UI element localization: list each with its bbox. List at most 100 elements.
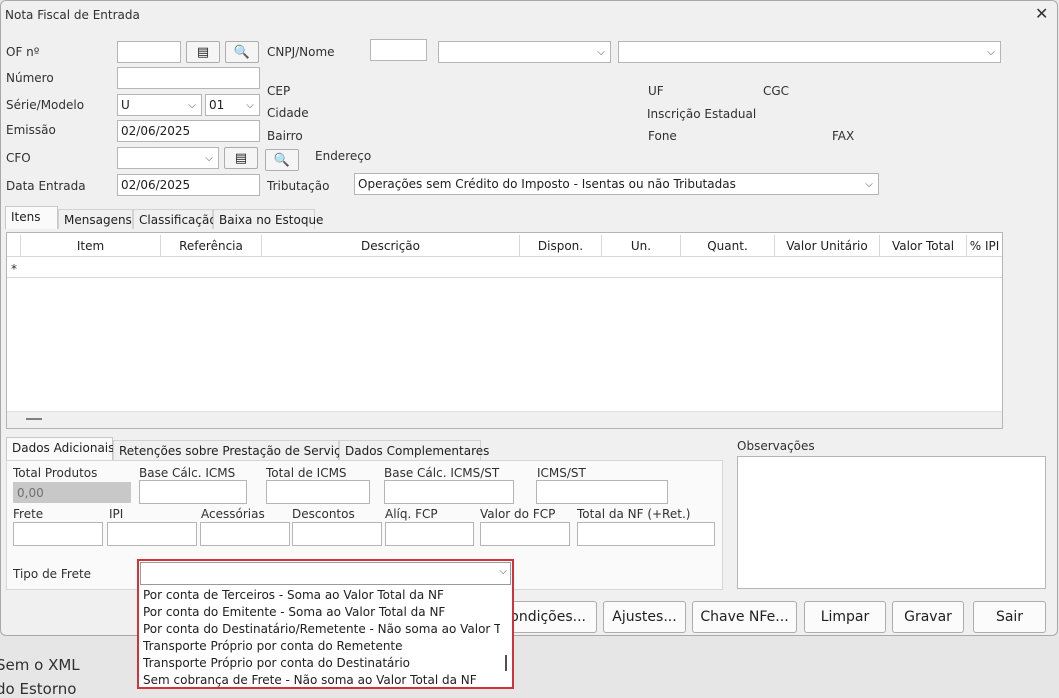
cfo-select[interactable]: ⌵ bbox=[117, 147, 219, 169]
condicoes-button[interactable]: ondições... bbox=[504, 601, 597, 633]
ie-label: Inscrição Estadual bbox=[647, 107, 757, 121]
limpar-button[interactable]: Limpar bbox=[804, 601, 886, 633]
chevron-down-icon: ⌵ bbox=[499, 566, 507, 577]
total-nf-label: Total da NF (+Ret.) bbox=[577, 507, 691, 521]
col-valor-total[interactable]: Valor Total bbox=[880, 235, 967, 257]
cnpj-label: CNPJ/Nome bbox=[267, 45, 335, 59]
observacoes-textarea[interactable] bbox=[737, 456, 1046, 589]
tab-baixa-estoque[interactable]: Baixa no Estoque bbox=[213, 209, 323, 229]
dropdown-scrollbar-thumb[interactable] bbox=[505, 655, 507, 671]
cgc-label: CGC bbox=[763, 84, 790, 98]
nome-select[interactable]: ⌵ bbox=[618, 41, 1001, 63]
tipo-frete-label: Tipo de Frete bbox=[13, 567, 92, 581]
data-entrada-input[interactable]: 02/06/2025 bbox=[117, 174, 260, 196]
tab-classificacao[interactable]: Classificação bbox=[133, 209, 217, 229]
sair-button[interactable]: Sair bbox=[973, 601, 1046, 633]
frete-input[interactable] bbox=[13, 522, 103, 546]
frete-option[interactable]: Sem cobrança de Frete - Não soma ao Valo… bbox=[140, 673, 500, 687]
serie-select[interactable]: U ⌵ bbox=[117, 94, 202, 116]
valor-fcp-input[interactable] bbox=[480, 522, 570, 546]
uf-label: UF bbox=[648, 84, 664, 98]
frete-option[interactable]: Transporte Próprio por conta do Destinat… bbox=[140, 656, 500, 673]
descontos-input[interactable] bbox=[292, 522, 382, 546]
tipo-frete-select[interactable]: ⌵ bbox=[140, 562, 511, 585]
col-un[interactable]: Un. bbox=[602, 235, 681, 257]
tipo-frete-dropdown[interactable]: ⌵ Por conta de Terceiros - Soma ao Valor… bbox=[137, 559, 514, 689]
frete-option[interactable]: Por conta do Destinatário/Remetente - Nã… bbox=[140, 622, 500, 639]
cidade-label: Cidade bbox=[267, 106, 309, 120]
new-row-marker: * bbox=[11, 262, 17, 276]
col-descricao[interactable]: Descrição bbox=[262, 235, 520, 257]
modelo-select[interactable]: 01 ⌵ bbox=[205, 94, 260, 116]
grid-scrollbar[interactable] bbox=[7, 411, 1002, 428]
cnpj-code-input[interactable] bbox=[370, 39, 427, 61]
tab-itens[interactable]: Itens bbox=[5, 206, 58, 229]
col-item[interactable]: Item bbox=[21, 235, 161, 257]
chevron-down-icon: ⌵ bbox=[987, 46, 995, 58]
of-input[interactable] bbox=[117, 41, 181, 63]
list-icon: ▤ bbox=[196, 44, 210, 60]
cnpj-select[interactable]: ⌵ bbox=[438, 41, 611, 63]
aliq-fcp-label: Alíq. FCP bbox=[385, 507, 438, 521]
col-ipi[interactable]: % IPI bbox=[967, 235, 1002, 257]
scrollbar-thumb[interactable] bbox=[26, 418, 42, 420]
numero-input[interactable] bbox=[117, 67, 260, 89]
aliq-fcp-input[interactable] bbox=[385, 522, 474, 546]
cfo-list-button[interactable]: ▤ bbox=[224, 147, 258, 169]
bairro-label: Bairro bbox=[267, 129, 303, 143]
numero-label: Número bbox=[6, 71, 54, 85]
chevron-down-icon: ⌵ bbox=[188, 99, 196, 111]
search-icon: 🔍 bbox=[233, 44, 251, 60]
search-icon: 🔍 bbox=[273, 152, 291, 168]
col-referencia[interactable]: Referência bbox=[161, 235, 262, 257]
tab-dados-adicionais[interactable]: Dados Adicionais bbox=[6, 437, 114, 460]
gravar-button[interactable]: Gravar bbox=[892, 601, 964, 633]
descontos-label: Descontos bbox=[292, 507, 355, 521]
title-bar: Nota Fiscal de Entrada ✕ bbox=[1, 1, 1057, 29]
col-valor-unitario[interactable]: Valor Unitário bbox=[775, 235, 880, 257]
dialog-window: Nota Fiscal de Entrada ✕ OF nº ▤ 🔍 Númer… bbox=[0, 0, 1058, 636]
close-icon[interactable]: ✕ bbox=[1035, 4, 1048, 23]
cfo-search-button[interactable]: 🔍 bbox=[265, 149, 299, 171]
col-quant[interactable]: Quant. bbox=[681, 235, 775, 257]
background-text-1: Sem o XML bbox=[0, 656, 80, 674]
total-nf-input[interactable] bbox=[577, 522, 715, 546]
background-text-2: do Estorno bbox=[0, 680, 77, 698]
frete-option[interactable]: Por conta do Emitente - Soma ao Valor To… bbox=[140, 605, 500, 622]
endereco-label: Endereço bbox=[315, 149, 372, 163]
modelo-value: 01 bbox=[209, 98, 225, 112]
list-button[interactable]: ▤ bbox=[186, 41, 220, 63]
chevron-down-icon: ⌵ bbox=[205, 152, 213, 164]
frete-options-list[interactable]: Por conta de Terceiros - Soma ao Valor T… bbox=[140, 588, 500, 687]
chave-nfe-button[interactable]: Chave NFe... bbox=[692, 601, 797, 633]
chevron-down-icon: ⌵ bbox=[246, 99, 254, 111]
frete-label: Frete bbox=[13, 507, 44, 521]
acessorias-label: Acessórias bbox=[201, 507, 265, 521]
tributacao-label: Tributação bbox=[267, 179, 330, 193]
observacoes-label: Observações bbox=[737, 439, 815, 453]
serie-label: Série/Modelo bbox=[6, 98, 85, 112]
frete-option[interactable]: Transporte Próprio por conta do Remetent… bbox=[140, 639, 500, 656]
acessorias-input[interactable] bbox=[200, 522, 290, 546]
base-icms-st-input[interactable] bbox=[384, 480, 514, 504]
search-button[interactable]: 🔍 bbox=[225, 41, 259, 63]
fax-label: FAX bbox=[832, 129, 855, 143]
tab-dados-complementares[interactable]: Dados Complementares bbox=[339, 440, 489, 460]
cfo-label: CFO bbox=[6, 151, 31, 165]
valor-fcp-label: Valor do FCP bbox=[480, 507, 556, 521]
total-icms-input[interactable] bbox=[266, 480, 370, 504]
window-title: Nota Fiscal de Entrada bbox=[5, 8, 140, 22]
col-dispon[interactable]: Dispon. bbox=[520, 235, 602, 257]
tab-retencoes[interactable]: Retenções sobre Prestação de Serviços bbox=[113, 440, 354, 460]
ipi-input[interactable] bbox=[107, 522, 197, 546]
grid-new-row[interactable] bbox=[7, 257, 1002, 278]
tab-mensagens[interactable]: Mensagens bbox=[58, 209, 133, 229]
icms-st-input[interactable] bbox=[536, 480, 668, 504]
base-icms-input[interactable] bbox=[139, 480, 247, 504]
tributacao-select[interactable]: Operações sem Crédito do Imposto - Isent… bbox=[354, 173, 879, 195]
data-entrada-label: Data Entrada bbox=[6, 179, 86, 193]
chevron-down-icon: ⌵ bbox=[865, 178, 873, 190]
ajustes-button[interactable]: Ajustes... bbox=[603, 601, 686, 633]
frete-option[interactable]: Por conta de Terceiros - Soma ao Valor T… bbox=[140, 588, 500, 605]
emissao-input[interactable]: 02/06/2025 bbox=[117, 120, 260, 142]
